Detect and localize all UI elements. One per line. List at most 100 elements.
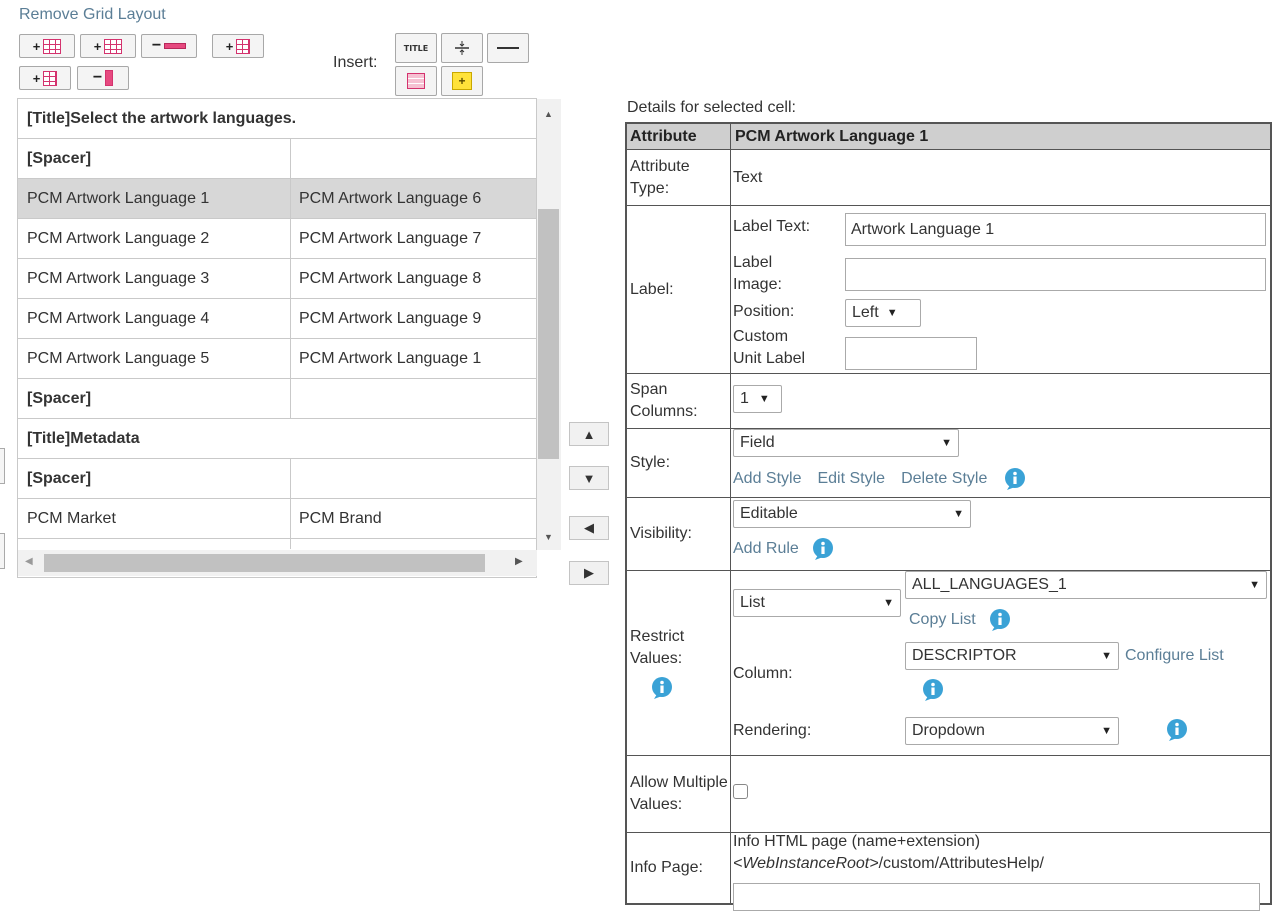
restrict-values-cell: List ▼ ALL_LANGUAGES_1 ▼ Copy List Column:… — [731, 571, 1270, 755]
grid-cell[interactable]: PCM Brand — [291, 499, 536, 538]
grid-title-cell[interactable]: [Title]Metadata — [18, 419, 536, 458]
grid-spacer-cell[interactable]: [Spacer] — [18, 459, 291, 498]
rendering-select[interactable]: Dropdown ▼ — [905, 717, 1119, 745]
add-row-above-button[interactable]: + — [19, 34, 75, 58]
column-select[interactable]: DESCRIPTOR ▼ — [905, 642, 1119, 670]
label-image-input[interactable] — [845, 258, 1266, 291]
grid-cell[interactable]: PCM Artwork Language 4 — [18, 299, 291, 338]
move-up-button[interactable]: ▲ — [569, 422, 609, 446]
info-icon[interactable] — [921, 678, 945, 702]
chevron-down-icon: ▼ — [953, 508, 964, 520]
allow-multiple-checkbox[interactable] — [733, 784, 748, 799]
info-page-hint: Info HTML page (name+extension) — [733, 833, 981, 850]
plus-icon: + — [225, 38, 234, 54]
grid-row[interactable]: PCM Artwork Language 3 PCM Artwork Langua… — [18, 259, 536, 299]
add-row-below-button[interactable]: + — [80, 34, 136, 58]
insert-title-button[interactable]: TITLE — [395, 33, 437, 63]
edit-style-link[interactable]: Edit Style — [817, 470, 885, 488]
grid-cell[interactable]: PCM Artwork Language 6 — [291, 179, 536, 218]
insert-new-button[interactable]: + — [441, 66, 483, 96]
visibility-select[interactable]: Editable ▼ — [733, 500, 971, 528]
move-down-button[interactable]: ▼ — [569, 466, 609, 490]
custom-unit-input[interactable] — [845, 337, 977, 370]
move-left-button[interactable]: ◀ — [569, 516, 609, 540]
remove-grid-layout-link[interactable]: Remove Grid Layout — [19, 6, 166, 24]
insert-separator-button[interactable] — [487, 33, 529, 63]
grid-row-partial — [18, 539, 536, 549]
grid-cell[interactable] — [18, 539, 291, 549]
delete-column-button[interactable]: − — [77, 66, 129, 90]
grid-spacer-cell[interactable]: [Spacer] — [18, 139, 291, 178]
label-image-label: Label Image: — [733, 254, 782, 293]
info-icon[interactable] — [1003, 467, 1027, 491]
add-rule-link[interactable]: Add Rule — [733, 540, 799, 558]
row-icon — [164, 43, 187, 49]
restrict-list-select[interactable]: ALL_LANGUAGES_1 ▼ — [905, 571, 1267, 599]
grid-cell[interactable] — [291, 459, 536, 498]
grid-cell[interactable]: PCM Artwork Language 7 — [291, 219, 536, 258]
delete-style-link[interactable]: Delete Style — [901, 470, 987, 488]
allow-multiple-row: Allow Multiple Values: — [627, 756, 1270, 833]
grid-cell[interactable]: PCM Artwork Language 1 — [18, 179, 291, 218]
add-column-right-button[interactable]: + — [212, 34, 264, 58]
span-columns-value: 1 — [740, 390, 749, 407]
column-value: DESCRIPTOR — [912, 647, 1017, 664]
attribute-type-row: Attribute Type: Text — [627, 150, 1270, 206]
insert-spacer-button[interactable] — [441, 33, 483, 63]
restrict-type-select[interactable]: List ▼ — [733, 589, 901, 617]
grid-cell[interactable]: PCM Artwork Language 9 — [291, 299, 536, 338]
grid-cell[interactable]: PCM Artwork Language 1 — [291, 339, 536, 378]
grid-cell[interactable]: PCM Market — [18, 499, 291, 538]
copy-list-link[interactable]: Copy List — [909, 611, 976, 629]
grid-row[interactable]: [Spacer] — [18, 379, 536, 419]
style-select[interactable]: Field ▼ — [733, 429, 959, 457]
grid-row[interactable]: PCM Market PCM Brand — [18, 499, 536, 539]
grid-cell[interactable]: PCM Artwork Language 3 — [18, 259, 291, 298]
grid-row[interactable]: [Spacer] — [18, 139, 536, 179]
info-page-label: Info Page: — [627, 833, 731, 903]
insert-field-button[interactable] — [395, 66, 437, 96]
span-columns-row: Span Columns: 1 ▼ — [627, 374, 1270, 429]
minus-icon: − — [92, 69, 103, 86]
add-style-link[interactable]: Add Style — [733, 470, 801, 488]
grid-cell[interactable] — [291, 139, 536, 178]
grid-cell[interactable]: PCM Artwork Language 2 — [18, 219, 291, 258]
style-row: Style: Field ▼ Add Style Edit Style Delet… — [627, 429, 1270, 498]
grid-cell[interactable]: PCM Artwork Language 8 — [291, 259, 536, 298]
minus-icon: − — [151, 37, 162, 54]
scroll-up-icon[interactable]: ▲ — [544, 109, 553, 119]
grid-cell[interactable]: PCM Artwork Language 5 — [18, 339, 291, 378]
move-right-button[interactable]: ▶ — [569, 561, 609, 585]
info-icon[interactable] — [1165, 718, 1189, 742]
grid-vertical-scrollbar[interactable]: ▲ ▼ — [537, 99, 561, 550]
grid-row[interactable]: [Spacer] — [18, 459, 536, 499]
span-columns-select[interactable]: 1 ▼ — [733, 385, 782, 413]
grid-row[interactable]: PCM Artwork Language 4 PCM Artwork Langua… — [18, 299, 536, 339]
scroll-down-icon[interactable]: ▼ — [544, 532, 553, 542]
scroll-thumb-vertical[interactable] — [538, 209, 559, 459]
restrict-list-value: ALL_LANGUAGES_1 — [912, 576, 1067, 593]
delete-row-button[interactable]: − — [141, 34, 197, 58]
grid-row[interactable]: [Title]Select the artwork languages. — [18, 99, 536, 139]
info-page-input[interactable] — [733, 883, 1260, 911]
grid-row[interactable]: [Title]Metadata — [18, 419, 536, 459]
position-select[interactable]: Left ▼ — [845, 299, 921, 327]
grid-row[interactable]: PCM Artwork Language 5 PCM Artwork Langua… — [18, 339, 536, 379]
chevron-down-icon: ▼ — [1101, 725, 1112, 737]
add-column-left-button[interactable]: + — [19, 66, 71, 90]
grid-horizontal-scrollbar[interactable]: ◀ ▶ — [18, 550, 537, 576]
grid-title-cell[interactable]: [Title]Select the artwork languages. — [18, 99, 536, 138]
configure-list-link[interactable]: Configure List — [1125, 647, 1224, 665]
info-icon[interactable] — [988, 608, 1012, 632]
restrict-values-label-cell: Restrict Values: — [627, 571, 731, 755]
info-icon[interactable] — [811, 537, 835, 561]
grid-spacer-cell[interactable]: [Spacer] — [18, 379, 291, 418]
grid-cell[interactable] — [291, 379, 536, 418]
scroll-left-icon[interactable]: ◀ — [25, 556, 33, 567]
info-icon[interactable] — [650, 676, 674, 700]
scroll-thumb-horizontal[interactable] — [44, 554, 485, 572]
scroll-right-icon[interactable]: ▶ — [515, 556, 523, 567]
label-text-input[interactable]: Artwork Language 1 — [845, 213, 1266, 246]
grid-row[interactable]: PCM Artwork Language 2 PCM Artwork Langua… — [18, 219, 536, 259]
grid-row[interactable]: PCM Artwork Language 1 PCM Artwork Langua… — [18, 179, 536, 219]
